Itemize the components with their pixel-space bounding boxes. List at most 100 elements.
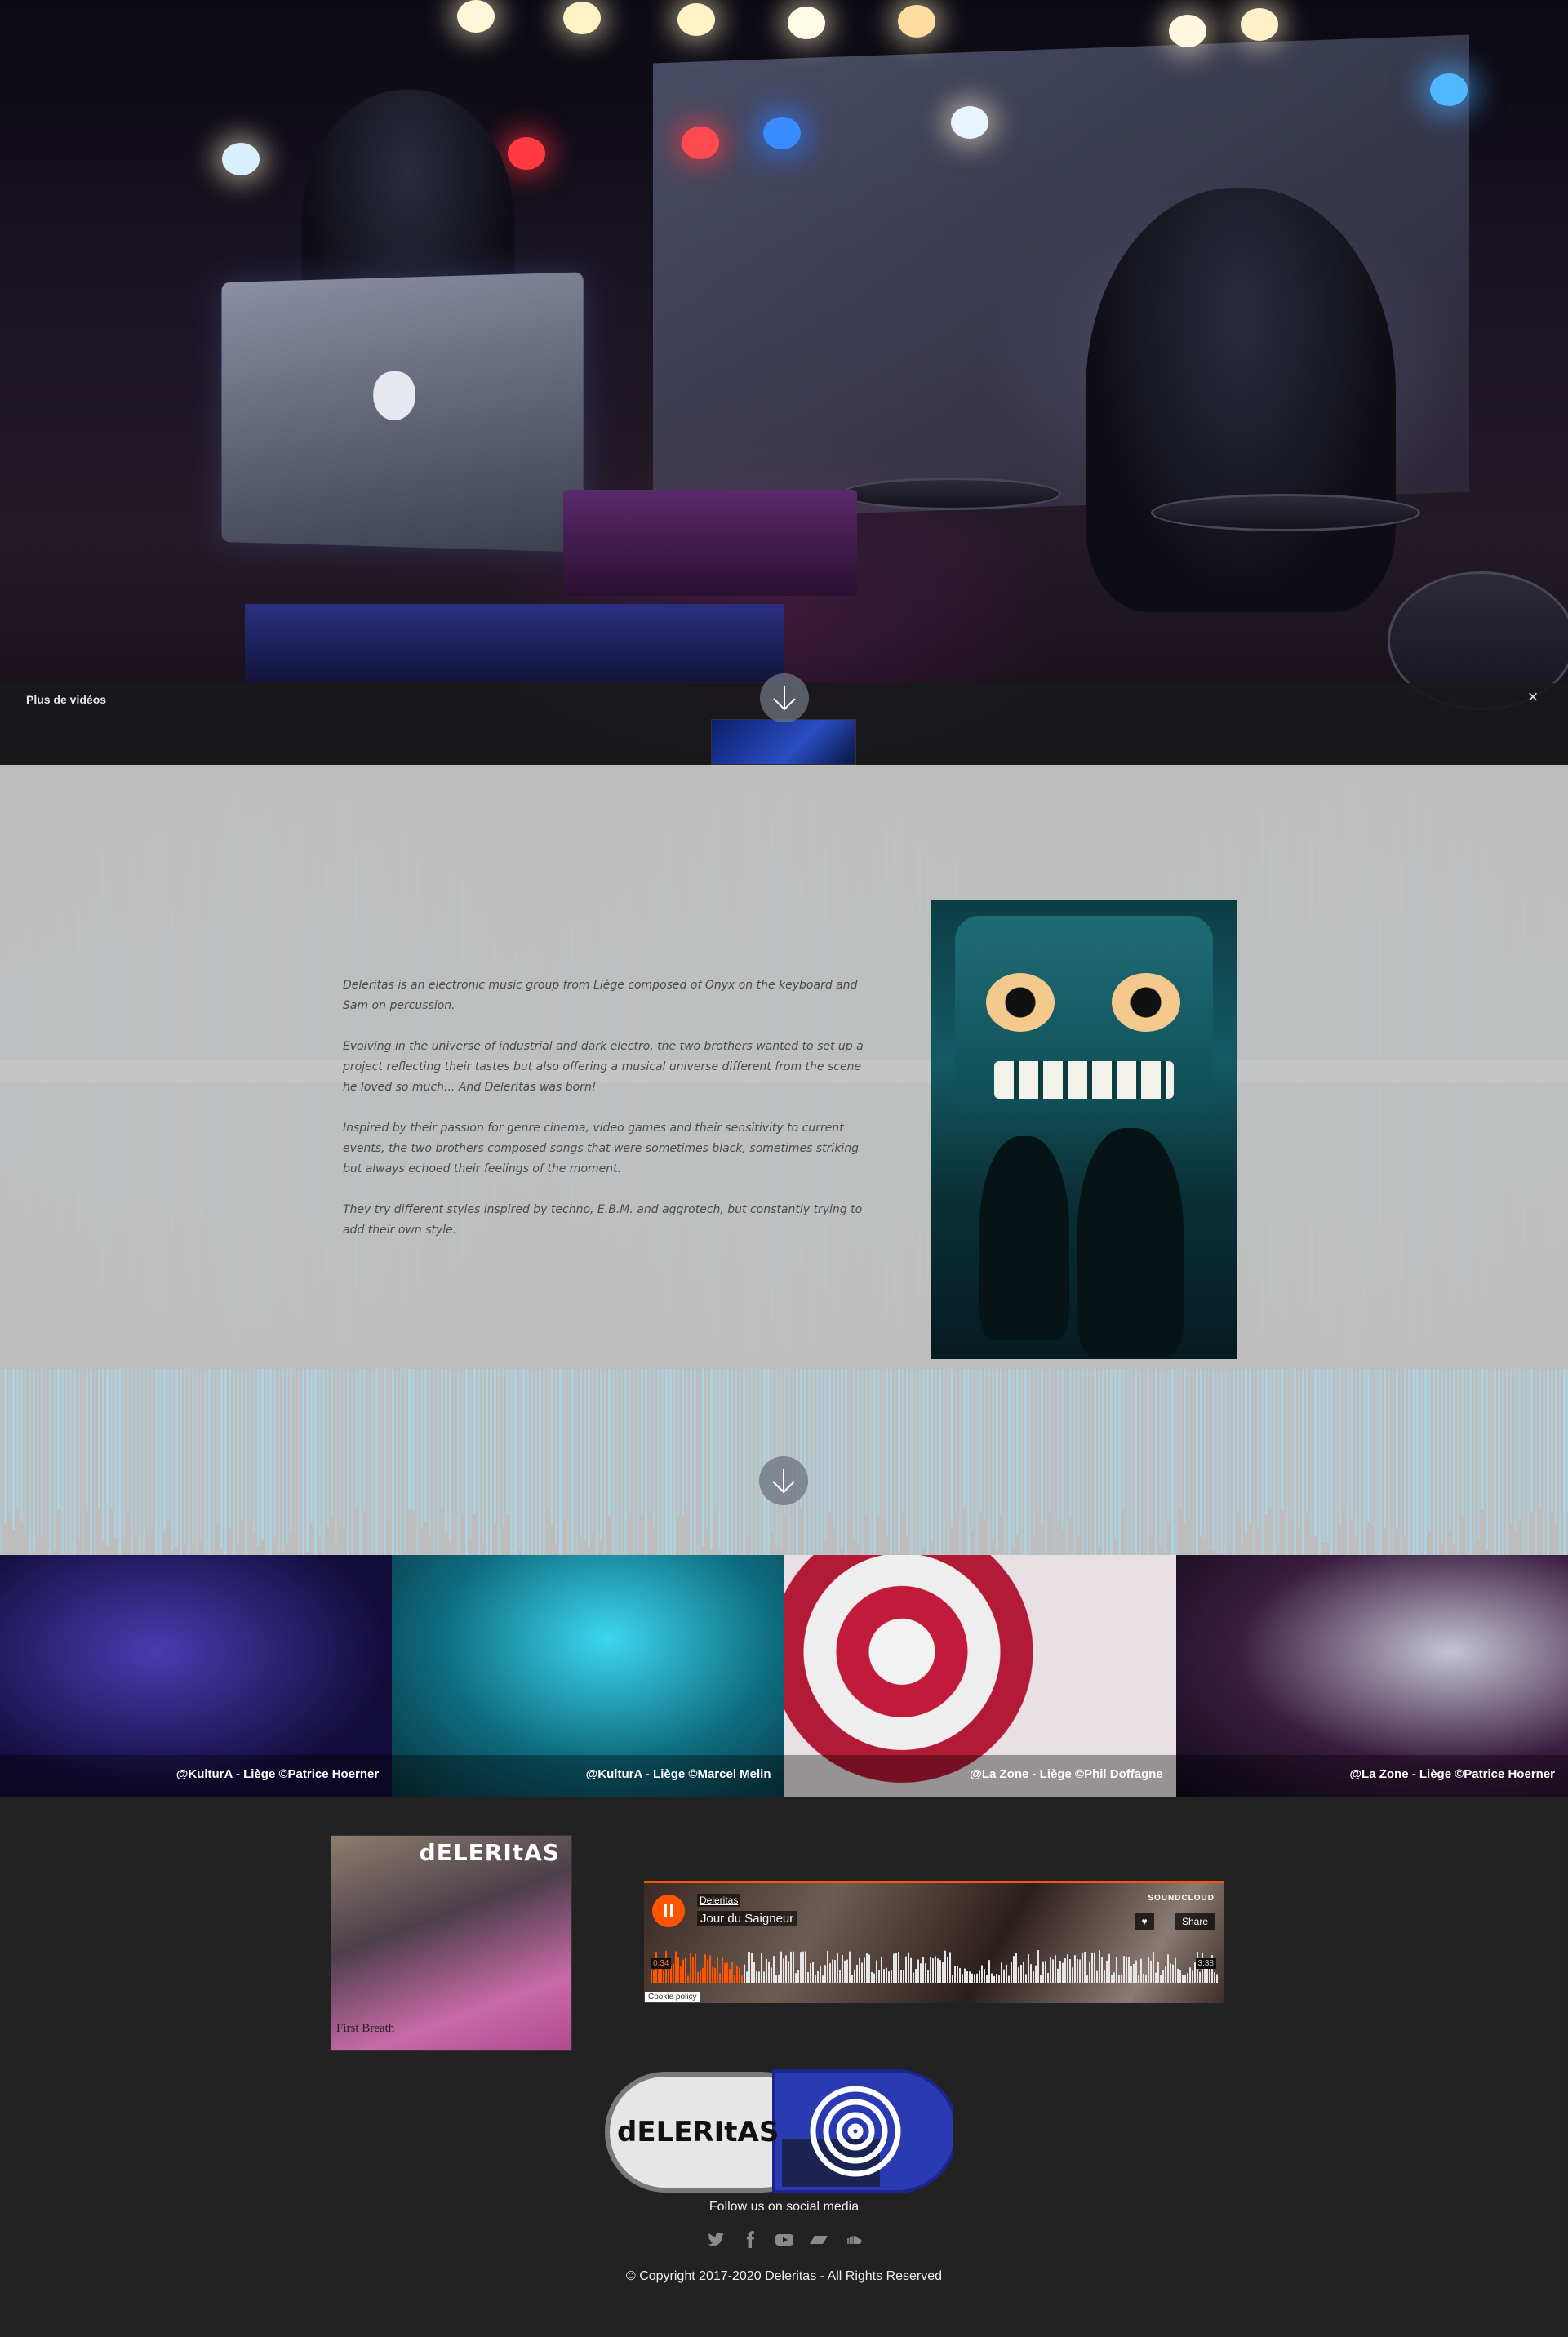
waveform-bar xyxy=(873,1369,876,1555)
waveform-bar xyxy=(849,1951,851,1983)
waveform-bar xyxy=(1004,1369,1006,1555)
waveform-bar xyxy=(1408,1369,1410,1555)
waveform-bar xyxy=(1199,1971,1201,1983)
twitter-icon[interactable] xyxy=(706,2230,726,2250)
waveform-bar xyxy=(375,1369,378,1555)
waveform-bar xyxy=(898,1952,899,1983)
waveform-bar xyxy=(1286,1369,1288,1555)
video-thumbnail[interactable] xyxy=(711,719,856,765)
waveform-bar xyxy=(1502,1369,1504,1555)
waveform-bar xyxy=(743,1369,745,1555)
share-button[interactable]: Share xyxy=(1175,1913,1215,1930)
artist-link[interactable]: Deleritas xyxy=(697,1894,741,1907)
like-button[interactable]: ♥ xyxy=(1135,1913,1154,1930)
waveform-bar xyxy=(957,1966,958,1983)
waveform-bar xyxy=(547,1369,549,1508)
waveform-bar xyxy=(12,1369,15,1530)
waveform-bar xyxy=(1522,1369,1525,1555)
waveform-bar xyxy=(800,1952,802,1983)
band-logo: dELERItAS xyxy=(605,2069,953,2193)
waveform-bar xyxy=(1212,1369,1215,1551)
waveform-bar xyxy=(935,1956,936,1983)
waveform-bar xyxy=(724,1962,726,1983)
waveform-bar xyxy=(1114,1369,1117,1539)
waveform-bar xyxy=(1363,1369,1366,1555)
waveform-bar xyxy=(37,1369,39,1538)
waveform-bar xyxy=(1490,1369,1492,1555)
waveform-bar xyxy=(449,1369,451,1542)
waveform-bar xyxy=(841,1369,843,1548)
waveform-bar xyxy=(888,1971,890,1983)
waveform-bar xyxy=(1118,1369,1121,1555)
hero-video[interactable] xyxy=(0,0,1568,765)
waveform-bar xyxy=(1055,1955,1056,1983)
waveform-bar xyxy=(1045,1961,1046,1983)
waveform-bar xyxy=(1018,1967,1019,1983)
track-waveform[interactable] xyxy=(651,1945,1218,1983)
waveform-bar xyxy=(559,1369,562,1555)
stage-light xyxy=(682,127,719,159)
waveform-bar xyxy=(445,1369,447,1531)
facebook-icon[interactable] xyxy=(740,2230,760,2250)
waveform-bar xyxy=(690,1369,692,1555)
more-videos-label: Plus de vidéos xyxy=(26,693,107,706)
scroll-down-button[interactable] xyxy=(760,673,809,722)
close-icon[interactable]: × xyxy=(1523,687,1543,707)
waveform-bar xyxy=(229,1369,231,1528)
waveform-bar xyxy=(1150,1960,1152,1983)
waveform-bar xyxy=(420,1369,423,1529)
soundcloud-logo[interactable]: SOUNDCLOUD xyxy=(1148,1894,1215,1903)
bandcamp-icon[interactable] xyxy=(809,2230,828,2250)
waveform-bar xyxy=(895,1953,897,1983)
cookie-policy-link[interactable]: Cookie policy xyxy=(645,1992,700,2002)
album-cover[interactable]: dELERItAS First Breath xyxy=(331,1835,572,2051)
soundcloud-icon[interactable] xyxy=(843,2230,863,2250)
scroll-down-button[interactable] xyxy=(759,1456,808,1505)
pause-button[interactable] xyxy=(652,1895,685,1927)
waveform-bar xyxy=(942,1962,944,1983)
waveform-bar xyxy=(1428,1369,1431,1531)
gallery-item[interactable]: @KulturA - Liège ©Marcel Melin xyxy=(392,1555,784,1797)
gallery-item[interactable]: @La Zone - Liège ©Patrice Hoerner xyxy=(1175,1555,1568,1797)
waveform-bar xyxy=(876,1960,877,1983)
waveform-bar xyxy=(906,1369,908,1535)
waveform-bar xyxy=(204,1369,207,1555)
waveform-bar xyxy=(808,1369,811,1555)
waveform-bar xyxy=(949,1952,951,1983)
waveform-bar xyxy=(1473,1369,1476,1545)
waveform-bar xyxy=(1204,1369,1206,1539)
waveform-bar xyxy=(927,1970,929,1983)
waveform-bar xyxy=(1177,1968,1179,1983)
stage-light xyxy=(563,2,601,34)
stage-light xyxy=(457,0,495,33)
youtube-icon[interactable] xyxy=(775,2230,794,2250)
waveform-bar xyxy=(1433,1369,1435,1555)
waveform-bar xyxy=(717,1957,718,1983)
gallery-item[interactable]: @KulturA - Liège ©Patrice Hoerner xyxy=(0,1555,393,1797)
gallery-item[interactable]: @La Zone - Liège ©Phil Doffagne xyxy=(784,1555,1176,1797)
waveform-bar xyxy=(380,1369,382,1555)
waveform-bar xyxy=(837,1953,838,1983)
waveform-bar xyxy=(551,1369,553,1526)
waveform-bar xyxy=(1400,1369,1402,1555)
waveform-bar xyxy=(726,1369,729,1555)
waveform-bar xyxy=(735,1369,737,1553)
waveform-bar xyxy=(673,1369,676,1555)
waveform-bar xyxy=(925,1963,926,1983)
waveform-bar xyxy=(1384,1369,1386,1528)
waveform-bar xyxy=(8,1369,11,1514)
waveform-bar xyxy=(302,1369,304,1555)
waveform-bar xyxy=(702,1967,704,1983)
waveform-bar xyxy=(731,1369,733,1555)
waveform-bar xyxy=(1477,1369,1480,1542)
waveform-bar xyxy=(665,1369,668,1555)
waveform-bar xyxy=(1073,1369,1076,1555)
waveform-bar xyxy=(1069,1369,1072,1519)
waveform-bar xyxy=(118,1369,121,1555)
waveform-bar xyxy=(1175,1957,1176,1983)
waveform-bar xyxy=(866,1953,868,1983)
waveform-bar xyxy=(963,1369,966,1509)
waveform-bar xyxy=(1050,1957,1051,1983)
waveform-bar xyxy=(200,1369,202,1542)
waveform-bar xyxy=(392,1369,394,1555)
